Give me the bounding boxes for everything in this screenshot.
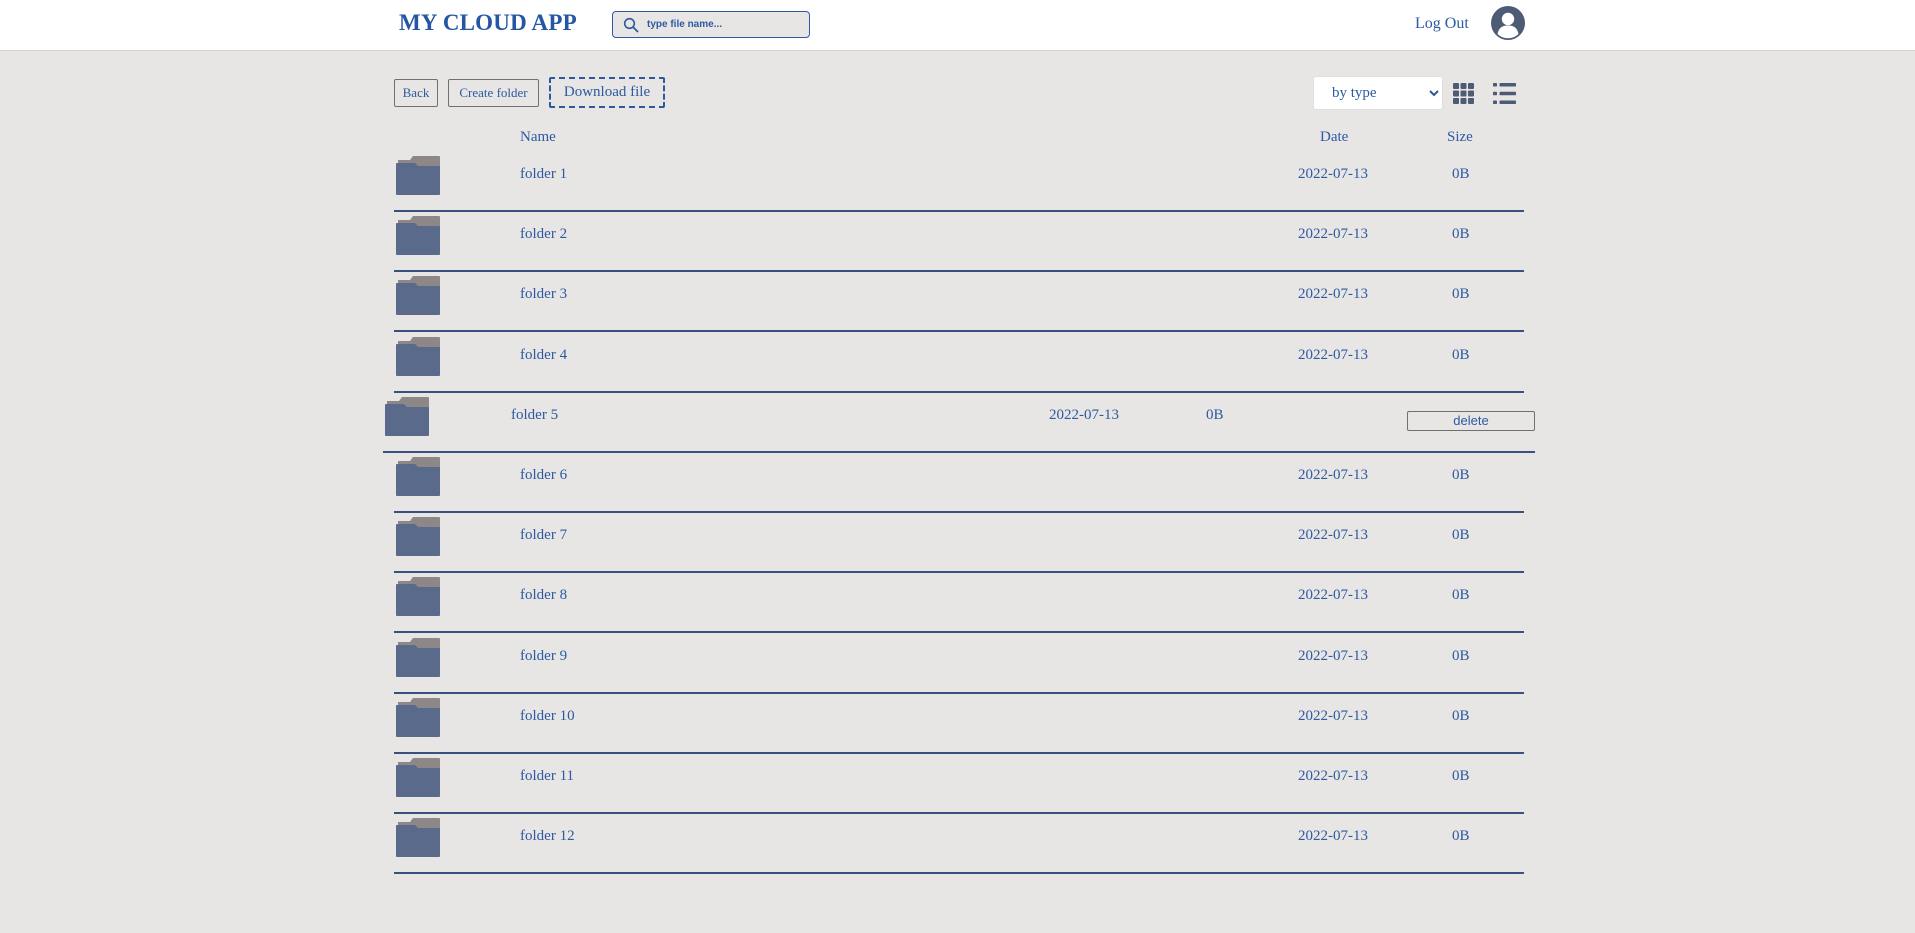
folder-icon: [396, 818, 440, 858]
file-date: 2022-07-13: [1298, 527, 1368, 544]
file-row[interactable]: folder 3 2022-07-13 0B: [394, 272, 1524, 333]
top-navbar: MY CLOUD APP Log Out: [0, 0, 1915, 51]
file-date: 2022-07-13: [1298, 707, 1368, 724]
folder-icon: [396, 336, 440, 376]
folder-icon: [396, 517, 440, 557]
file-size: 0B: [1452, 647, 1470, 664]
sort-select[interactable]: by type: [1313, 76, 1443, 110]
file-row[interactable]: folder 7 2022-07-13 0B: [394, 513, 1524, 574]
column-header-date[interactable]: Date: [1320, 129, 1348, 146]
file-name: folder 11: [520, 768, 575, 784]
folder-icon: [396, 577, 440, 617]
file-size: 0B: [1452, 286, 1470, 303]
logout-link[interactable]: Log Out: [1415, 15, 1469, 33]
file-row[interactable]: folder 4 2022-07-13 0B: [394, 333, 1524, 393]
file-date: 2022-07-13: [1298, 286, 1368, 303]
file-size: 0B: [1452, 527, 1470, 544]
file-row[interactable]: folder 11 2022-07-13 0B: [394, 754, 1524, 814]
file-name: folder 1: [520, 166, 568, 182]
grid-view-icon[interactable]: [1453, 83, 1474, 104]
file-size: 0B: [1452, 467, 1470, 483]
folder-icon: [385, 396, 429, 436]
folder-icon: [396, 457, 440, 496]
file-name: folder 3: [520, 286, 568, 303]
file-size: 0B: [1452, 828, 1470, 845]
search-icon: [623, 17, 639, 33]
file-name: folder 6: [520, 467, 568, 483]
file-date: 2022-07-13: [1298, 587, 1368, 604]
file-name: folder 7: [520, 527, 568, 544]
folder-icon: [396, 637, 440, 677]
file-row[interactable]: folder 8 2022-07-13 0B: [394, 573, 1524, 634]
file-size: 0B: [1206, 406, 1224, 423]
user-avatar-icon[interactable]: [1490, 5, 1526, 41]
download-file-button[interactable]: Download file: [549, 77, 665, 108]
folder-icon: [396, 697, 440, 737]
file-date: 2022-07-13: [1049, 406, 1119, 423]
search-input[interactable]: [647, 15, 802, 34]
file-size: 0B: [1452, 346, 1470, 363]
column-header-name[interactable]: Name: [520, 129, 556, 146]
file-date: 2022-07-13: [1298, 828, 1368, 845]
file-row[interactable]: folder 10 2022-07-13 0B: [394, 694, 1524, 754]
file-size: 0B: [1452, 226, 1470, 243]
file-size: 0B: [1452, 768, 1470, 784]
file-row[interactable]: folder 2 2022-07-13 0B: [394, 212, 1524, 273]
folder-icon: [396, 758, 440, 797]
folder-icon: [396, 156, 440, 195]
file-row[interactable]: folder 5 2022-07-13 0B delete: [383, 393, 1535, 453]
search-box[interactable]: [612, 11, 810, 38]
app-title[interactable]: MY CLOUD APP: [399, 10, 577, 36]
file-name: folder 9: [520, 647, 568, 664]
folder-icon: [396, 216, 440, 256]
file-date: 2022-07-13: [1298, 768, 1368, 784]
list-view-icon[interactable]: [1493, 83, 1516, 104]
file-date: 2022-07-13: [1298, 226, 1368, 243]
file-row[interactable]: folder 1 2022-07-13 0B: [394, 152, 1524, 212]
file-date: 2022-07-13: [1298, 647, 1368, 664]
file-name: folder 10: [520, 707, 575, 724]
file-name: folder 4: [520, 346, 568, 363]
file-name: folder 12: [520, 828, 575, 845]
back-button[interactable]: Back: [394, 79, 438, 107]
file-size: 0B: [1452, 707, 1470, 724]
file-size: 0B: [1452, 166, 1470, 182]
folder-icon: [396, 276, 440, 316]
file-date: 2022-07-13: [1298, 467, 1368, 483]
file-size: 0B: [1452, 587, 1470, 604]
file-row[interactable]: folder 6 2022-07-13 0B: [394, 453, 1524, 513]
file-name: folder 2: [520, 226, 568, 243]
file-date: 2022-07-13: [1298, 346, 1368, 363]
file-row[interactable]: folder 9 2022-07-13 0B: [394, 634, 1524, 694]
create-folder-button[interactable]: Create folder: [448, 79, 539, 107]
file-date: 2022-07-13: [1298, 166, 1368, 182]
file-name: folder 8: [520, 587, 568, 604]
column-header-size[interactable]: Size: [1447, 129, 1473, 146]
delete-button[interactable]: delete: [1407, 410, 1535, 431]
file-row[interactable]: folder 12 2022-07-13 0B: [394, 814, 1524, 875]
file-name: folder 5: [511, 406, 559, 423]
